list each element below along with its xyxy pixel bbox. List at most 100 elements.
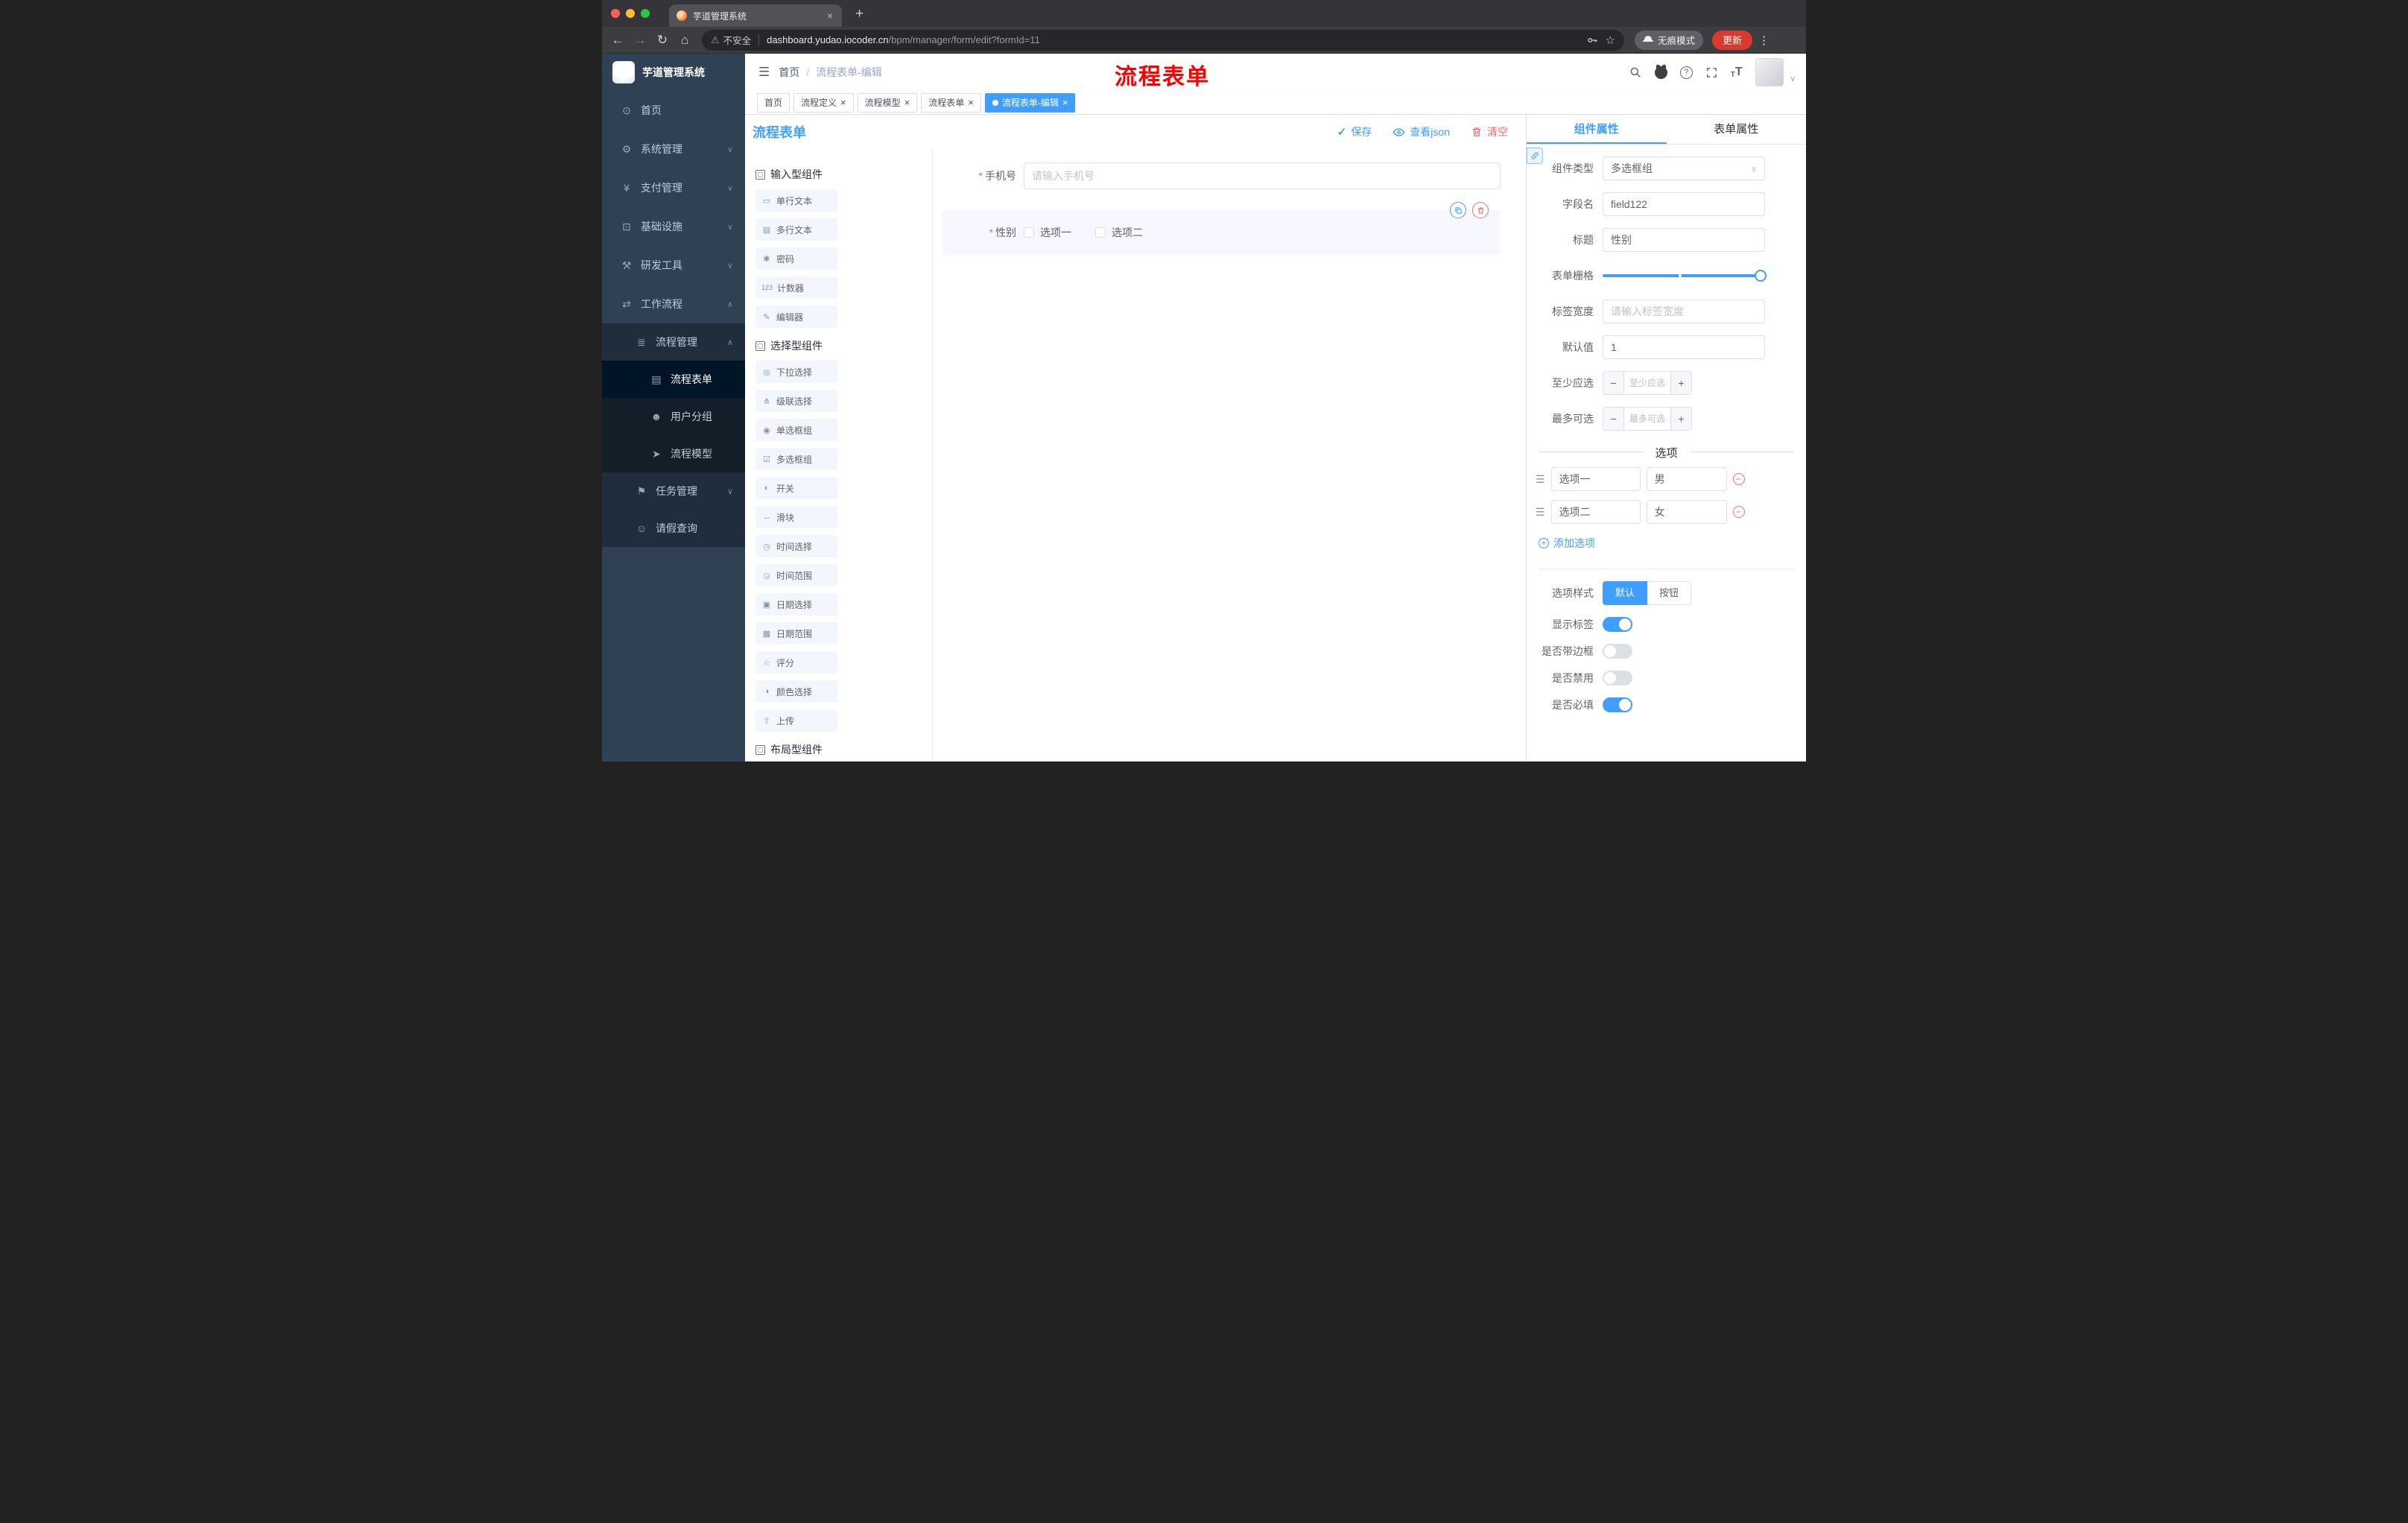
window-minimize-button[interactable] xyxy=(626,9,635,18)
remove-option-button[interactable]: − xyxy=(1732,473,1745,485)
bookmark-star-icon[interactable]: ☆ xyxy=(1606,34,1615,47)
address-bar[interactable]: ⚠ 不安全 dashboard.yudao.iocoder.cn /bpm/ma… xyxy=(702,29,1624,51)
sidebar-item-home[interactable]: ⊙ 首页 xyxy=(602,91,745,130)
form-canvas[interactable]: 手机号 性别 xyxy=(933,149,1526,762)
slider-handle[interactable] xyxy=(1755,270,1767,282)
component-chip-radio-group[interactable]: ◉ 单选框组 xyxy=(755,419,837,441)
component-chip-multi-line-text[interactable]: ▤ 多行文本 xyxy=(755,218,837,241)
default-value-input[interactable] xyxy=(1603,335,1765,359)
component-chip-date-picker[interactable]: ▣ 日期选择 xyxy=(755,593,837,615)
form-grid-slider[interactable] xyxy=(1603,264,1767,288)
tag-process-definition[interactable]: 流程定义 × xyxy=(793,92,854,113)
reload-button[interactable]: ↻ xyxy=(651,33,674,48)
drag-handle-icon[interactable]: ☰ xyxy=(1536,506,1545,519)
component-chip-cascader[interactable]: ⋔ 级联选择 xyxy=(755,390,837,412)
sidebar-item-system[interactable]: ⚙ 系统管理 ∨ xyxy=(602,130,745,168)
breadcrumb-home[interactable]: 首页 xyxy=(779,65,799,80)
sidebar-item-user-group[interactable]: ☻ 用户分组 xyxy=(602,398,745,435)
new-tab-button[interactable]: + xyxy=(849,4,869,24)
disabled-toggle[interactable] xyxy=(1603,671,1632,685)
phone-field-row[interactable]: 手机号 xyxy=(942,162,1501,189)
tag-home[interactable]: 首页 xyxy=(757,92,790,113)
required-toggle[interactable] xyxy=(1603,697,1632,712)
increase-button[interactable]: + xyxy=(1670,408,1691,430)
tag-process-form[interactable]: 流程表单 × xyxy=(921,92,981,113)
sidebar-item-process-management[interactable]: ≣ 流程管理 ∧ xyxy=(602,323,745,361)
sidebar-item-process-form[interactable]: ▤ 流程表单 xyxy=(602,361,745,398)
option-value-input[interactable] xyxy=(1646,467,1727,491)
component-chip-checkbox-group[interactable]: ☑ 多选框组 xyxy=(755,448,837,470)
phone-input[interactable] xyxy=(1024,162,1501,189)
app-logo[interactable]: 芋道管理系统 xyxy=(602,54,745,91)
help-icon[interactable]: ? xyxy=(1679,66,1693,79)
component-chip-single-line-text[interactable]: ▭ 单行文本 xyxy=(755,189,837,212)
option-label-input[interactable] xyxy=(1550,467,1641,491)
tab-form-props[interactable]: 表单属性 xyxy=(1667,115,1807,144)
field-name-input[interactable] xyxy=(1603,192,1765,216)
component-chip-color-picker[interactable]: ◑ 颜色选择 xyxy=(755,680,837,703)
sidebar-item-task-management[interactable]: ⚑ 任务管理 ∨ xyxy=(602,472,745,510)
component-chip-editor[interactable]: ✎ 编辑器 xyxy=(755,305,837,328)
title-input[interactable] xyxy=(1603,228,1765,252)
component-chip-time-picker[interactable]: ◷ 时间选择 xyxy=(755,535,837,557)
max-select-input[interactable] xyxy=(1624,408,1670,430)
sidebar-item-devtools[interactable]: ⚒ 研发工具 ∨ xyxy=(602,246,745,285)
github-icon[interactable] xyxy=(1654,66,1667,79)
component-chip-slider[interactable]: ↔ 滑块 xyxy=(755,506,837,528)
save-button[interactable]: ✓ 保存 xyxy=(1337,124,1372,139)
selected-gender-field[interactable]: 性别 选项一 选项二 xyxy=(942,202,1501,255)
component-chip-dropdown[interactable]: ◎ 下拉选择 xyxy=(755,361,837,383)
style-button-button[interactable]: 按钮 xyxy=(1647,581,1692,605)
component-type-select[interactable]: 多选框组 ∨ xyxy=(1603,156,1765,180)
option-label-input[interactable] xyxy=(1550,500,1641,524)
sidebar-item-process-model[interactable]: ➤ 流程模型 xyxy=(602,435,745,472)
tag-close-icon[interactable]: × xyxy=(968,98,974,107)
tag-close-icon[interactable]: × xyxy=(840,98,846,107)
forward-button[interactable]: → xyxy=(629,33,651,48)
home-button[interactable]: ⌂ xyxy=(674,33,696,48)
tag-process-form-edit[interactable]: 流程表单-编辑 × xyxy=(984,92,1076,113)
decrease-button[interactable]: − xyxy=(1603,372,1624,394)
decrease-button[interactable]: − xyxy=(1603,408,1624,430)
component-chip-password[interactable]: ✱ 密码 xyxy=(755,247,837,270)
copy-component-button[interactable] xyxy=(1450,202,1466,218)
option-value-input[interactable] xyxy=(1646,500,1727,524)
sidebar-collapse-icon[interactable]: ☰ xyxy=(745,65,779,80)
window-zoom-button[interactable] xyxy=(641,9,650,18)
show-label-toggle[interactable] xyxy=(1603,617,1632,632)
tag-close-icon[interactable]: × xyxy=(1062,98,1068,107)
tab-component-props[interactable]: 组件属性 xyxy=(1527,115,1667,144)
label-width-input[interactable] xyxy=(1603,300,1765,323)
gender-option-one-checkbox[interactable]: 选项一 xyxy=(1024,225,1071,240)
tag-close-icon[interactable]: × xyxy=(904,98,910,107)
sidebar-item-infra[interactable]: ⊡ 基础设施 ∨ xyxy=(602,207,745,246)
border-toggle[interactable] xyxy=(1603,644,1632,659)
component-chip-counter[interactable]: 123 计数器 xyxy=(755,276,837,299)
delete-component-button[interactable] xyxy=(1472,202,1489,218)
user-avatar[interactable] xyxy=(1755,58,1784,86)
component-chip-upload[interactable]: ⇧ 上传 xyxy=(755,709,837,732)
clear-button[interactable]: 清空 xyxy=(1471,124,1508,139)
link-icon[interactable] xyxy=(1527,148,1543,164)
password-key-icon[interactable] xyxy=(1586,34,1598,46)
component-chip-date-range[interactable]: ▩ 日期范围 xyxy=(755,622,837,645)
remove-option-button[interactable]: − xyxy=(1732,506,1745,518)
browser-tab[interactable]: 芋道管理系统 × xyxy=(669,4,842,27)
font-size-icon[interactable]: TT xyxy=(1731,66,1743,79)
increase-button[interactable]: + xyxy=(1670,372,1691,394)
browser-menu-icon[interactable]: ⋮ xyxy=(1758,34,1769,47)
back-button[interactable]: ← xyxy=(606,33,629,48)
min-select-input[interactable] xyxy=(1624,372,1670,394)
drag-handle-icon[interactable]: ☰ xyxy=(1536,473,1545,486)
search-icon[interactable] xyxy=(1629,66,1642,79)
window-close-button[interactable] xyxy=(611,9,620,18)
fullscreen-icon[interactable] xyxy=(1705,66,1718,79)
component-chip-rate[interactable]: ☆ 评分 xyxy=(755,651,837,674)
component-chip-time-range[interactable]: ◶ 时间范围 xyxy=(755,564,837,586)
component-chip-switch[interactable]: ◐ 开关 xyxy=(755,477,837,499)
view-json-button[interactable]: 查看json xyxy=(1392,124,1450,139)
sidebar-item-workflow[interactable]: ⇄ 工作流程 ∧ xyxy=(602,285,745,323)
add-option-button[interactable]: + 添加选项 xyxy=(1539,536,1806,551)
sidebar-item-payment[interactable]: ¥ 支付管理 ∨ xyxy=(602,168,745,207)
sidebar-item-leave-query[interactable]: ☺ 请假查询 xyxy=(602,510,745,547)
